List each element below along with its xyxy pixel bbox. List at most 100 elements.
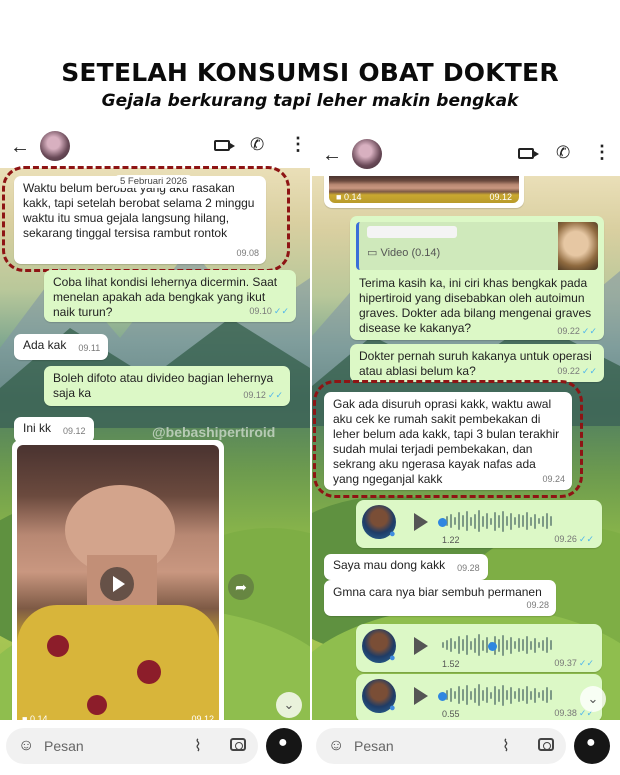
voice-note[interactable]: ● 0.55 09.38 ✓✓ xyxy=(356,674,602,722)
message-time: 09.28 xyxy=(457,563,480,573)
voice-waveform[interactable] xyxy=(442,634,592,658)
message-bubble-incoming[interactable]: Ada kak 09.11 xyxy=(14,334,109,360)
waveform-bar xyxy=(454,641,456,649)
kebab-menu-icon[interactable]: ⋮ xyxy=(593,142,611,163)
message-time: 09.26 ✓✓ xyxy=(554,534,594,545)
waveform-bar xyxy=(458,636,460,654)
waveform-bar xyxy=(534,687,536,703)
waveform-bar xyxy=(518,638,520,652)
waveform-bar xyxy=(538,518,540,524)
play-icon[interactable] xyxy=(414,513,428,531)
waveform-bar xyxy=(514,517,516,525)
sticker-icon[interactable]: ☺ xyxy=(328,737,344,755)
message-time-value: 09.22 xyxy=(557,366,580,376)
voice-waveform[interactable] xyxy=(442,510,592,534)
waveform-bar xyxy=(510,686,512,704)
playback-position[interactable] xyxy=(438,692,447,701)
read-tick-icon: ✓✓ xyxy=(267,390,283,400)
message-time: 09.37 ✓✓ xyxy=(554,658,594,669)
quoted-message[interactable]: ▭ Video (0.14) xyxy=(356,222,598,270)
waveform-bar xyxy=(450,688,452,702)
voice-note[interactable]: ● 1.52 09.37 ✓✓ xyxy=(356,624,602,672)
waveform-bar xyxy=(454,517,456,525)
message-time-value: 09.26 xyxy=(554,534,577,544)
microphone-icon: ● xyxy=(389,528,396,540)
waveform-bar xyxy=(442,642,444,648)
scroll-down-icon[interactable]: ⌄ xyxy=(276,692,302,718)
contact-avatar[interactable] xyxy=(352,139,382,169)
waveform-bar xyxy=(506,640,508,650)
video-camera-icon: ▭ xyxy=(367,247,378,259)
waveform-bar xyxy=(466,511,468,531)
message-time: 09.12 xyxy=(63,426,86,436)
message-text: Saya mau dong kakk xyxy=(333,558,446,572)
microphone-button[interactable]: ● xyxy=(266,728,302,764)
waveform-bar xyxy=(462,639,464,651)
message-text: Ini kk xyxy=(23,421,52,435)
quoted-thumbnail xyxy=(558,222,598,270)
camera-icon[interactable] xyxy=(230,738,246,751)
message-time-value: 09.38 xyxy=(554,708,577,718)
microphone-button[interactable]: ● xyxy=(574,728,610,764)
playback-position[interactable] xyxy=(438,518,447,527)
message-bubble-outgoing[interactable]: ▭ Video (0.14) Terima kasih ka, ini ciri… xyxy=(350,216,604,340)
input-placeholder: Pesan xyxy=(354,738,394,754)
waveform-bar xyxy=(510,512,512,530)
chat-screen-right: ← ✆ ⋮ ■ 0.14 09.12 ▭ Video (0.14) Terima… xyxy=(312,136,620,775)
message-time: 09.10 ✓✓ xyxy=(249,304,289,319)
message-time-value: 09.22 xyxy=(557,326,580,336)
message-input[interactable]: ☺ Pesan ⌇ xyxy=(6,728,258,764)
waveform-bar xyxy=(530,690,532,700)
message-time-value: 09.37 xyxy=(554,658,577,668)
contact-avatar[interactable] xyxy=(40,131,70,161)
waveform-bar xyxy=(526,636,528,654)
video-message[interactable]: ■ 0.14 09.12 xyxy=(12,440,224,732)
waveform-bar xyxy=(470,690,472,700)
phone-icon[interactable]: ✆ xyxy=(556,143,570,163)
quoted-label: ▭ Video (0.14) xyxy=(367,246,440,259)
waveform-bar xyxy=(450,638,452,652)
voice-waveform[interactable] xyxy=(442,684,592,708)
message-bubble-outgoing[interactable]: Boleh difoto atau divideo bagian leherny… xyxy=(44,366,290,406)
kebab-menu-icon[interactable]: ⋮ xyxy=(289,134,307,155)
play-icon[interactable] xyxy=(414,637,428,655)
waveform-bar xyxy=(518,514,520,528)
camera-icon[interactable] xyxy=(538,738,554,751)
waveform-bar xyxy=(530,640,532,650)
waveform-bar xyxy=(470,516,472,526)
message-text: Coba lihat kondisi lehernya dicermin. Sa… xyxy=(53,275,278,319)
microphone-icon: ● xyxy=(586,734,596,751)
scroll-down-icon[interactable]: ⌄ xyxy=(580,686,606,712)
message-bubble-outgoing[interactable]: Dokter pernah suruh kakanya untuk operas… xyxy=(350,344,604,382)
waveform-bar xyxy=(538,642,540,648)
video-message[interactable]: ■ 0.14 09.12 xyxy=(324,176,524,208)
microphone-icon: ● xyxy=(389,702,396,714)
video-camera-icon[interactable] xyxy=(518,148,539,159)
arrow-left-icon[interactable]: ← xyxy=(322,144,342,167)
message-bubble-outgoing[interactable]: Coba lihat kondisi lehernya dicermin. Sa… xyxy=(44,270,296,322)
play-icon[interactable] xyxy=(414,687,428,705)
paperclip-icon[interactable]: ⌇ xyxy=(502,736,510,756)
waveform-bar xyxy=(514,691,516,699)
waveform-bar xyxy=(482,689,484,701)
message-time: 09.12 xyxy=(489,192,512,202)
microphone-icon: ● xyxy=(389,652,396,664)
message-time-value: 09.12 xyxy=(243,390,266,400)
phone-icon[interactable]: ✆ xyxy=(250,135,264,155)
message-bubble-incoming[interactable]: Saya mau dong kakk 09.28 xyxy=(324,554,488,580)
quoted-label-text: Video (0.14) xyxy=(380,247,441,259)
video-duration-value: 0.14 xyxy=(343,192,362,202)
sticker-icon[interactable]: ☺ xyxy=(18,737,34,755)
paperclip-icon[interactable]: ⌇ xyxy=(194,736,202,756)
voice-note[interactable]: ● 1.22 09.26 ✓✓ xyxy=(356,500,602,548)
play-icon[interactable] xyxy=(100,567,134,601)
video-camera-icon[interactable] xyxy=(214,140,235,151)
waveform-bar xyxy=(474,687,476,703)
arrow-left-icon[interactable]: ← xyxy=(10,136,30,159)
page-title: SETELAH KONSUMSI OBAT DOKTER xyxy=(61,58,559,87)
waveform-bar xyxy=(462,689,464,701)
message-bubble-incoming[interactable]: Gmna cara nya biar sembuh permanen 09.28 xyxy=(324,580,556,616)
message-input[interactable]: ☺ Pesan ⌇ xyxy=(316,728,566,764)
forward-icon[interactable]: ➦ xyxy=(228,574,254,600)
highlight-ring xyxy=(313,380,583,498)
